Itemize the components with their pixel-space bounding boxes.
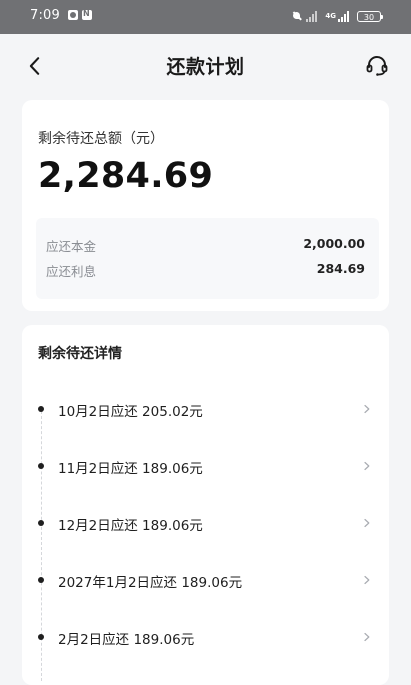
interest-value: 284.69 — [316, 261, 365, 276]
network-type: 4G — [325, 11, 336, 20]
headset-icon[interactable] — [365, 54, 389, 78]
repayment-plan-list: 10月2日应还 205.02元 11月2日应还 189.06元 12月2日应还 … — [22, 381, 389, 666]
navigation-bar: 还款计划 — [0, 34, 411, 98]
remaining-total-label: 剩余待还总额（元） — [38, 131, 164, 147]
status-bar: 7:09 4G 30 — [0, 0, 411, 34]
plan-item[interactable]: 12月2日应还 189.06元 — [22, 495, 389, 552]
plan-item[interactable]: 11月2日应还 189.06元 — [22, 438, 389, 495]
remaining-details-card: 剩余待还详情 10月2日应还 205.02元 11月2日应还 189.06元 1… — [22, 325, 389, 685]
status-time: 7:09 — [30, 8, 60, 23]
plan-item-text: 12月2日应还 189.06元 — [58, 518, 203, 534]
signal-icon — [306, 10, 321, 22]
status-indicators: 4G 30 — [292, 8, 383, 24]
plan-item[interactable]: 10月2日应还 205.02元 — [22, 381, 389, 438]
plan-item[interactable]: 2027年1月2日应还 189.06元 — [22, 552, 389, 609]
remaining-total-amount: 2,284.69 — [38, 156, 214, 196]
page-title: 还款计划 — [166, 56, 245, 78]
chevron-right-icon — [364, 404, 370, 414]
principal-label: 应还本金 — [46, 239, 97, 254]
timeline-dot — [38, 463, 44, 469]
principal-row: 应还本金 2,000.00 — [46, 236, 365, 256]
principal-value: 2,000.00 — [303, 236, 365, 251]
signal-icon — [338, 10, 353, 22]
plan-item-text: 10月2日应还 205.02元 — [58, 404, 203, 420]
plan-item-text: 11月2日应还 189.06元 — [58, 461, 203, 477]
plan-item-text: 2027年1月2日应还 189.06元 — [58, 575, 243, 591]
chevron-right-icon — [364, 461, 370, 471]
plan-item-text: 2月2日应还 189.06元 — [58, 632, 195, 648]
interest-label: 应还利息 — [46, 264, 97, 279]
chevron-right-icon — [364, 632, 370, 642]
timeline-dot — [38, 634, 44, 640]
chevron-right-icon — [364, 518, 370, 528]
mute-icon — [292, 11, 302, 21]
details-title: 剩余待还详情 — [38, 346, 122, 362]
battery-icon: 30 — [357, 10, 383, 22]
app-notification-icon — [68, 10, 78, 20]
interest-row: 应还利息 284.69 — [46, 261, 365, 281]
timeline-dot — [38, 520, 44, 526]
timeline-dot — [38, 406, 44, 412]
repayment-breakdown: 应还本金 2,000.00 应还利息 284.69 — [36, 218, 379, 299]
chevron-right-icon — [364, 575, 370, 585]
plan-item[interactable]: 2月2日应还 189.06元 — [22, 609, 389, 666]
timeline-dot — [38, 577, 44, 583]
remaining-summary-card: 剩余待还总额（元） 2,284.69 应还本金 2,000.00 应还利息 28… — [22, 100, 389, 311]
app-notification-icon — [82, 9, 92, 20]
